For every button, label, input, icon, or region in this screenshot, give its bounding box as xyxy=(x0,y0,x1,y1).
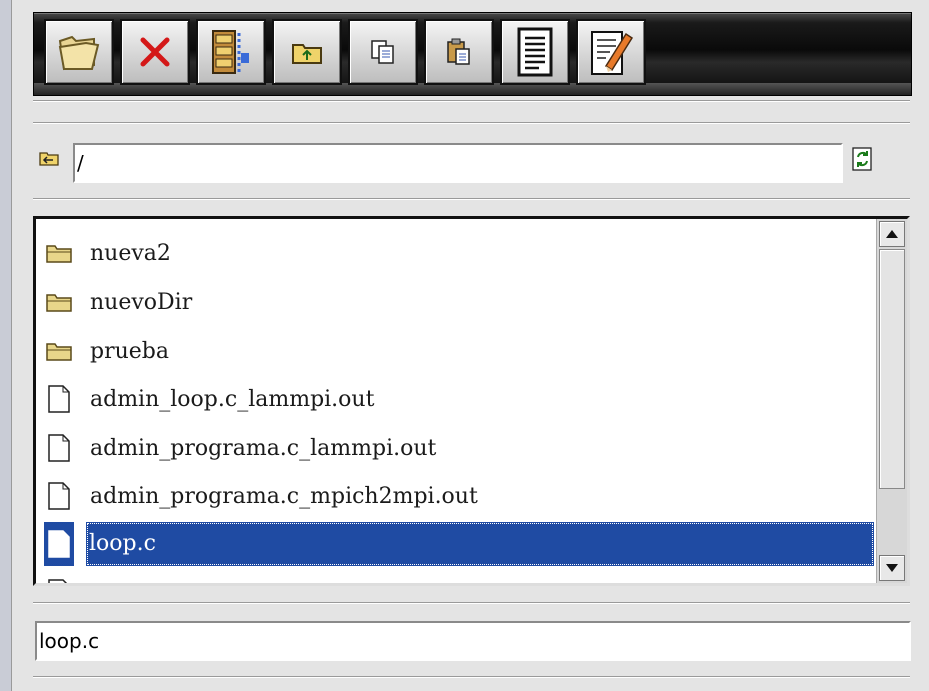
edit-pencil-icon xyxy=(591,31,634,75)
compress-button[interactable] xyxy=(196,19,266,85)
file-icon xyxy=(44,579,74,583)
list-item-selected[interactable]: loop.c xyxy=(44,522,874,566)
arrow-down-icon xyxy=(886,564,898,572)
file-icon xyxy=(44,385,74,413)
file-name: admin_loop.c_lammpi.out xyxy=(90,386,375,412)
view-file-button[interactable] xyxy=(500,19,570,85)
file-icon xyxy=(44,434,74,462)
back-folder-icon[interactable] xyxy=(39,150,59,166)
scroll-down-button[interactable] xyxy=(879,555,905,581)
file-icon xyxy=(44,482,74,510)
path-bar: / xyxy=(33,143,910,187)
toolbar xyxy=(33,12,912,96)
file-name: nuevoDir xyxy=(90,289,193,315)
folder-icon xyxy=(44,288,74,316)
vertical-scrollbar[interactable] xyxy=(876,219,907,583)
delete-button[interactable] xyxy=(120,19,190,85)
divider xyxy=(33,676,910,678)
scrollbar-thumb[interactable] xyxy=(879,249,905,489)
divider xyxy=(33,602,910,604)
file-name: admin_programa.c_mpich2mpi.out xyxy=(90,483,478,509)
arrow-up-icon xyxy=(886,230,898,238)
list-item[interactable]: nuevoDir xyxy=(44,280,874,324)
path-input[interactable]: / xyxy=(73,143,843,183)
file-icon xyxy=(44,522,74,566)
paste-button[interactable] xyxy=(424,19,494,85)
folder-up-icon xyxy=(292,44,322,64)
archive-icon xyxy=(212,30,249,74)
parent-directory-button[interactable] xyxy=(272,19,342,85)
file-name: nueva2 xyxy=(90,240,171,266)
folder-icon xyxy=(44,239,74,267)
file-name: prueba xyxy=(90,338,169,364)
document-icon xyxy=(517,27,553,77)
file-list-frame: nueva2 nuevoDir prueba admin_loop.c_lamm… xyxy=(33,216,910,586)
file-list[interactable]: nueva2 nuevoDir prueba admin_loop.c_lamm… xyxy=(36,219,876,583)
list-item[interactable]: prueba xyxy=(44,329,874,373)
refresh-icon[interactable] xyxy=(851,147,875,171)
delete-x-icon xyxy=(140,37,170,67)
file-browser-window: / nueva2 nuevoDir prueba admin_loop.c_la… xyxy=(11,0,929,691)
divider xyxy=(33,198,910,200)
list-item[interactable]: nueva2 xyxy=(44,231,874,275)
filename-input[interactable]: loop.c xyxy=(35,621,911,661)
copy-icon xyxy=(371,40,394,64)
copy-button[interactable] xyxy=(348,19,418,85)
edit-file-button[interactable] xyxy=(576,19,646,85)
file-name: admin_programa.c_lammpi.out xyxy=(90,435,437,461)
list-item[interactable]: admin_loop.c_lammpi.out xyxy=(44,377,874,421)
scroll-up-button[interactable] xyxy=(879,221,905,247)
divider xyxy=(33,100,910,102)
paste-icon xyxy=(447,38,470,65)
list-item[interactable]: admin_programa.c_lammpi.out xyxy=(44,426,874,470)
divider xyxy=(33,122,910,124)
open-folder-button[interactable] xyxy=(44,19,114,85)
file-name: loop.c xyxy=(86,522,874,566)
folder-icon xyxy=(44,337,74,365)
list-item-partial[interactable] xyxy=(44,571,874,583)
open-folder-icon xyxy=(58,35,100,71)
list-item[interactable]: admin_programa.c_mpich2mpi.out xyxy=(44,474,874,518)
